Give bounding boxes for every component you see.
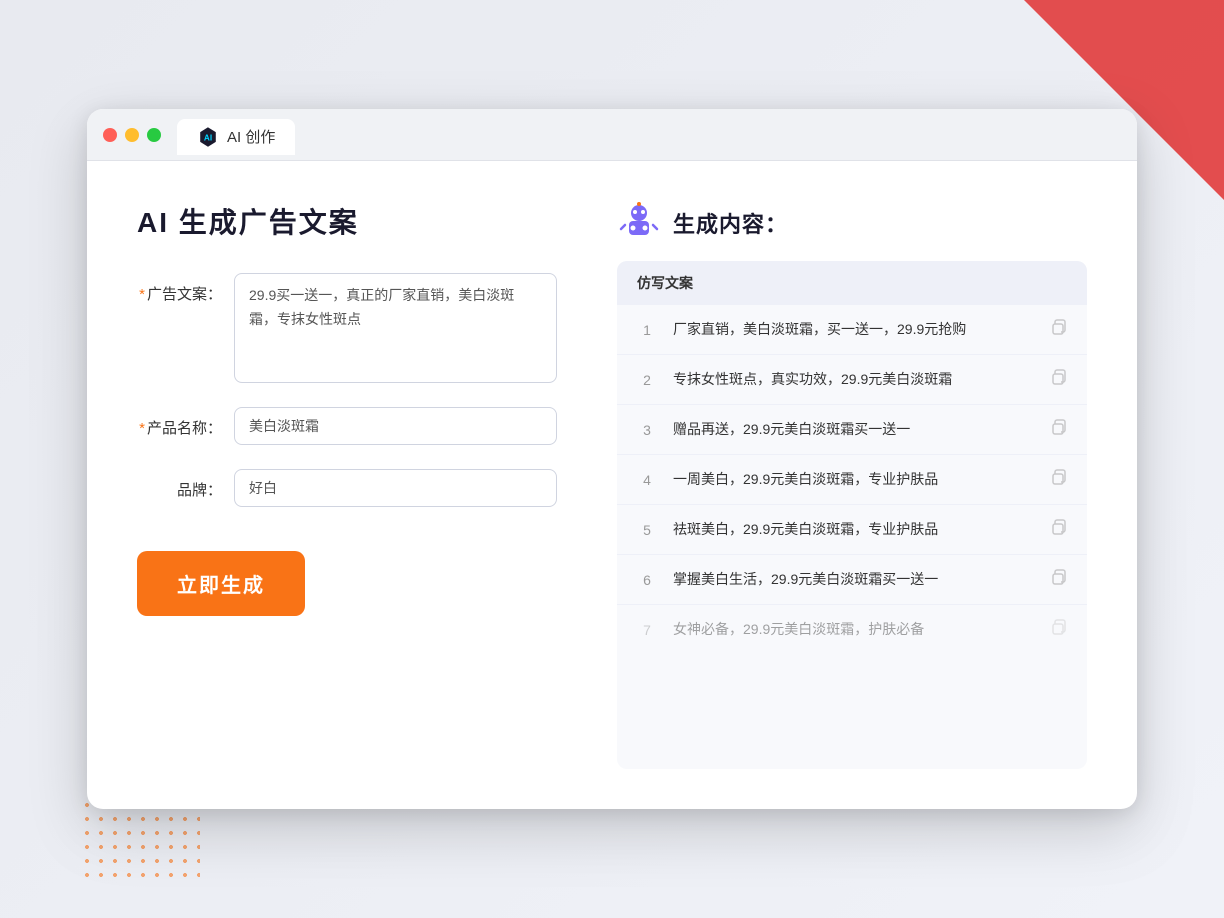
ad-copy-group: *广告文案： 29.9买一送一，真正的厂家直销，美白淡斑霜，专抹女性斑点 (137, 273, 557, 383)
copy-button[interactable] (1049, 618, 1067, 641)
result-title: 生成内容： (673, 207, 788, 239)
product-name-group: *产品名称： (137, 407, 557, 445)
product-name-input[interactable] (234, 407, 557, 445)
copy-button[interactable] (1049, 518, 1067, 541)
product-name-required: * (139, 420, 145, 437)
row-text: 掌握美白生活，29.9元美白淡斑霜买一送一 (673, 569, 1033, 590)
page-title: AI 生成广告文案 (137, 201, 557, 241)
copy-button[interactable] (1049, 468, 1067, 491)
close-button[interactable] (103, 128, 117, 142)
result-header: 生成内容： (617, 201, 1087, 245)
row-number: 5 (637, 522, 657, 538)
right-panel: 生成内容： 仿写文案 1 厂家直销，美白淡斑霜，买一送一，29.9元抢购 2 专抹女性… (617, 201, 1087, 769)
window-controls (103, 128, 161, 142)
table-row: 4 一周美白，29.9元美白淡斑霜，专业护肤品 (617, 455, 1087, 505)
copy-button[interactable] (1049, 418, 1067, 441)
minimize-button[interactable] (125, 128, 139, 142)
product-name-label: *产品名称： (137, 407, 222, 438)
copy-button[interactable] (1049, 568, 1067, 591)
content-area: AI 生成广告文案 *广告文案： 29.9买一送一，真正的厂家直销，美白淡斑霜，… (87, 161, 1137, 809)
row-number: 4 (637, 472, 657, 488)
table-row: 5 祛斑美白，29.9元美白淡斑霜，专业护肤品 (617, 505, 1087, 555)
result-table: 仿写文案 1 厂家直销，美白淡斑霜，买一送一，29.9元抢购 2 专抹女性斑点，真实功… (617, 261, 1087, 769)
maximize-button[interactable] (147, 128, 161, 142)
table-row: 1 厂家直销，美白淡斑霜，买一送一，29.9元抢购 (617, 305, 1087, 355)
copy-button[interactable] (1049, 368, 1067, 391)
ad-copy-input[interactable]: 29.9买一送一，真正的厂家直销，美白淡斑霜，专抹女性斑点 (234, 273, 557, 383)
browser-chrome: AI AI 创作 (87, 109, 1137, 161)
row-text: 女神必备，29.9元美白淡斑霜，护肤必备 (673, 619, 1033, 640)
ad-copy-required: * (139, 286, 145, 303)
row-number: 3 (637, 422, 657, 438)
results-container: 1 厂家直销，美白淡斑霜，买一送一，29.9元抢购 2 专抹女性斑点，真实功效，29.… (617, 305, 1087, 654)
ad-copy-label: *广告文案： (137, 273, 222, 304)
bg-decoration-dots (80, 798, 200, 878)
row-number: 2 (637, 372, 657, 388)
copy-button[interactable] (1049, 318, 1067, 341)
table-row: 3 赠品再送，29.9元美白淡斑霜买一送一 (617, 405, 1087, 455)
table-header: 仿写文案 (617, 261, 1087, 305)
row-text: 专抹女性斑点，真实功效，29.9元美白淡斑霜 (673, 369, 1033, 390)
brand-label: 品牌： (137, 469, 222, 500)
row-text: 厂家直销，美白淡斑霜，买一送一，29.9元抢购 (673, 319, 1033, 340)
row-number: 6 (637, 572, 657, 588)
robot-icon (617, 201, 661, 245)
left-panel: AI 生成广告文案 *广告文案： 29.9买一送一，真正的厂家直销，美白淡斑霜，… (137, 201, 557, 769)
tab-title: AI 创作 (227, 126, 275, 147)
table-row: 2 专抹女性斑点，真实功效，29.9元美白淡斑霜 (617, 355, 1087, 405)
row-text: 赠品再送，29.9元美白淡斑霜买一送一 (673, 419, 1033, 440)
row-text: 一周美白，29.9元美白淡斑霜，专业护肤品 (673, 469, 1033, 490)
row-number: 1 (637, 322, 657, 338)
ai-tab-icon: AI (197, 126, 219, 148)
browser-tab[interactable]: AI AI 创作 (177, 119, 295, 155)
generate-button[interactable]: 立即生成 (137, 551, 305, 616)
row-text: 祛斑美白，29.9元美白淡斑霜，专业护肤品 (673, 519, 1033, 540)
table-row: 6 掌握美白生活，29.9元美白淡斑霜买一送一 (617, 555, 1087, 605)
svg-text:AI: AI (204, 133, 212, 142)
table-row: 7 女神必备，29.9元美白淡斑霜，护肤必备 (617, 605, 1087, 654)
browser-window: AI AI 创作 AI 生成广告文案 *广告文案： 29.9买一送一，真正的厂家… (87, 109, 1137, 809)
row-number: 7 (637, 622, 657, 638)
brand-input[interactable] (234, 469, 557, 507)
brand-group: 品牌： (137, 469, 557, 507)
